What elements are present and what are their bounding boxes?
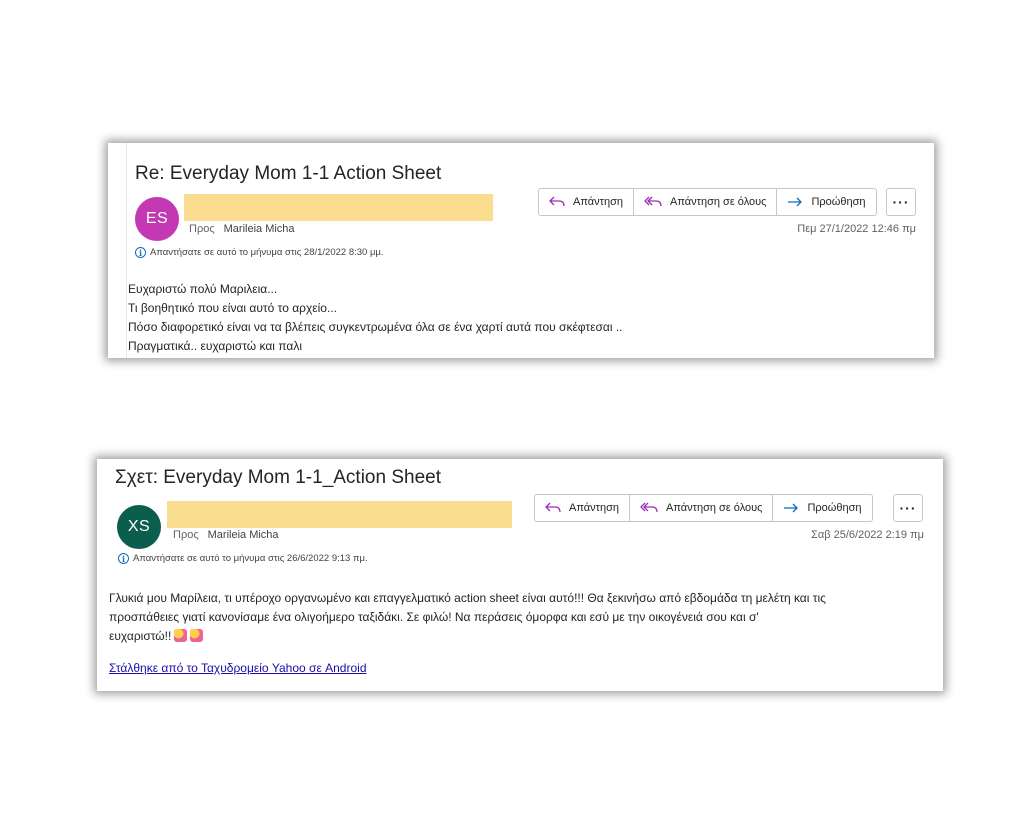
reply-all-icon	[644, 196, 662, 207]
redacted-sender	[184, 194, 493, 221]
email-subject: Σχετ: Everyday Mom 1-1_Action Sheet	[115, 467, 441, 488]
email-card-2: Σχετ: Everyday Mom 1-1_Action Sheet XS Π…	[97, 459, 943, 691]
replied-info-text: Απαντήσατε σε αυτό το μήνυμα στις 28/1/2…	[150, 247, 384, 258]
recipient-line: Προς Marileia Micha	[189, 223, 295, 235]
recipient-name[interactable]: Marileia Micha	[224, 223, 295, 235]
forward-icon	[788, 197, 803, 207]
reply-all-label: Απάντηση σε όλους	[670, 196, 767, 208]
avatar[interactable]: ES	[135, 197, 179, 241]
reply-all-label: Απάντηση σε όλους	[666, 502, 763, 514]
forward-button[interactable]: Προώθηση	[777, 189, 875, 215]
reply-all-button[interactable]: Απάντηση σε όλους	[630, 495, 774, 521]
body-line: Πόσο διαφορετικό είναι να τα βλέπεις συγ…	[128, 320, 623, 334]
replied-info: i Απαντήσατε σε αυτό το μήνυμα στις 26/6…	[118, 553, 368, 564]
recipient-name[interactable]: Marileia Micha	[208, 529, 279, 541]
heart-face-emoji-icon	[174, 629, 188, 642]
info-icon: i	[118, 553, 129, 564]
to-label: Προς	[173, 529, 199, 541]
forward-button[interactable]: Προώθηση	[773, 495, 871, 521]
email-date: Πεμ 27/1/2022 12:46 πμ	[797, 223, 916, 235]
body-line: ευχαριστώ!!	[109, 627, 929, 646]
email-body: Γλυκιά μου Μαρίλεια, τι υπέροχο οργανωμέ…	[109, 589, 929, 646]
avatar[interactable]: XS	[117, 505, 161, 549]
reply-all-button[interactable]: Απάντηση σε όλους	[634, 189, 778, 215]
reply-label: Απάντηση	[569, 502, 619, 514]
yahoo-mail-link[interactable]: Στάλθηκε από το Ταχυδρομείο Yahoo σε And…	[109, 661, 367, 675]
reply-icon	[549, 196, 565, 207]
body-line: Γλυκιά μου Μαρίλεια, τι υπέροχο οργανωμέ…	[109, 591, 826, 605]
forward-icon	[784, 503, 799, 513]
more-actions-button[interactable]: ···	[893, 494, 923, 522]
heart-face-emoji-icon	[190, 629, 204, 642]
reply-icon	[545, 502, 561, 513]
reply-all-icon	[640, 502, 658, 513]
divider	[126, 143, 127, 358]
more-actions-button[interactable]: ···	[886, 188, 916, 216]
body-line-text: ευχαριστώ!!	[109, 629, 172, 643]
body-line: Ευχαριστώ πολύ Μαριλεια...	[128, 282, 278, 296]
redacted-sender	[167, 501, 512, 528]
action-buttons: Απάντηση Απάντηση σε όλους Προώθηση	[534, 494, 873, 522]
email-card-1: Re: Everyday Mom 1-1 Action Sheet ES Προ…	[108, 143, 934, 358]
body-line: προσπάθειες γιατί κανονίσαμε ένα ολιγοήμ…	[109, 610, 759, 624]
reply-button[interactable]: Απάντηση	[539, 189, 634, 215]
replied-info-text: Απαντήσατε σε αυτό το μήνυμα στις 26/6/2…	[133, 553, 368, 564]
reply-label: Απάντηση	[573, 196, 623, 208]
replied-info: i Απαντήσατε σε αυτό το μήνυμα στις 28/1…	[135, 247, 384, 258]
info-icon: i	[135, 247, 146, 258]
reply-button[interactable]: Απάντηση	[535, 495, 630, 521]
signature: Στάλθηκε από το Ταχυδρομείο Yahoo σε And…	[109, 659, 367, 678]
to-label: Προς	[189, 223, 215, 235]
recipient-line: Προς Marileia Micha	[173, 529, 279, 541]
body-line: Πραγματικά.. ευχαριστώ και παλι	[128, 339, 302, 353]
email-date: Σαβ 25/6/2022 2:19 πμ	[811, 529, 924, 541]
body-line: Τι βοηθητικό που είναι αυτό το αρχείο...	[128, 301, 337, 315]
action-buttons: Απάντηση Απάντηση σε όλους Προώθηση	[538, 188, 877, 216]
forward-label: Προώθηση	[811, 196, 866, 208]
forward-label: Προώθηση	[807, 502, 862, 514]
email-body: Ευχαριστώ πολύ Μαριλεια... Τι βοηθητικό …	[128, 280, 623, 356]
email-subject: Re: Everyday Mom 1-1 Action Sheet	[135, 163, 442, 184]
